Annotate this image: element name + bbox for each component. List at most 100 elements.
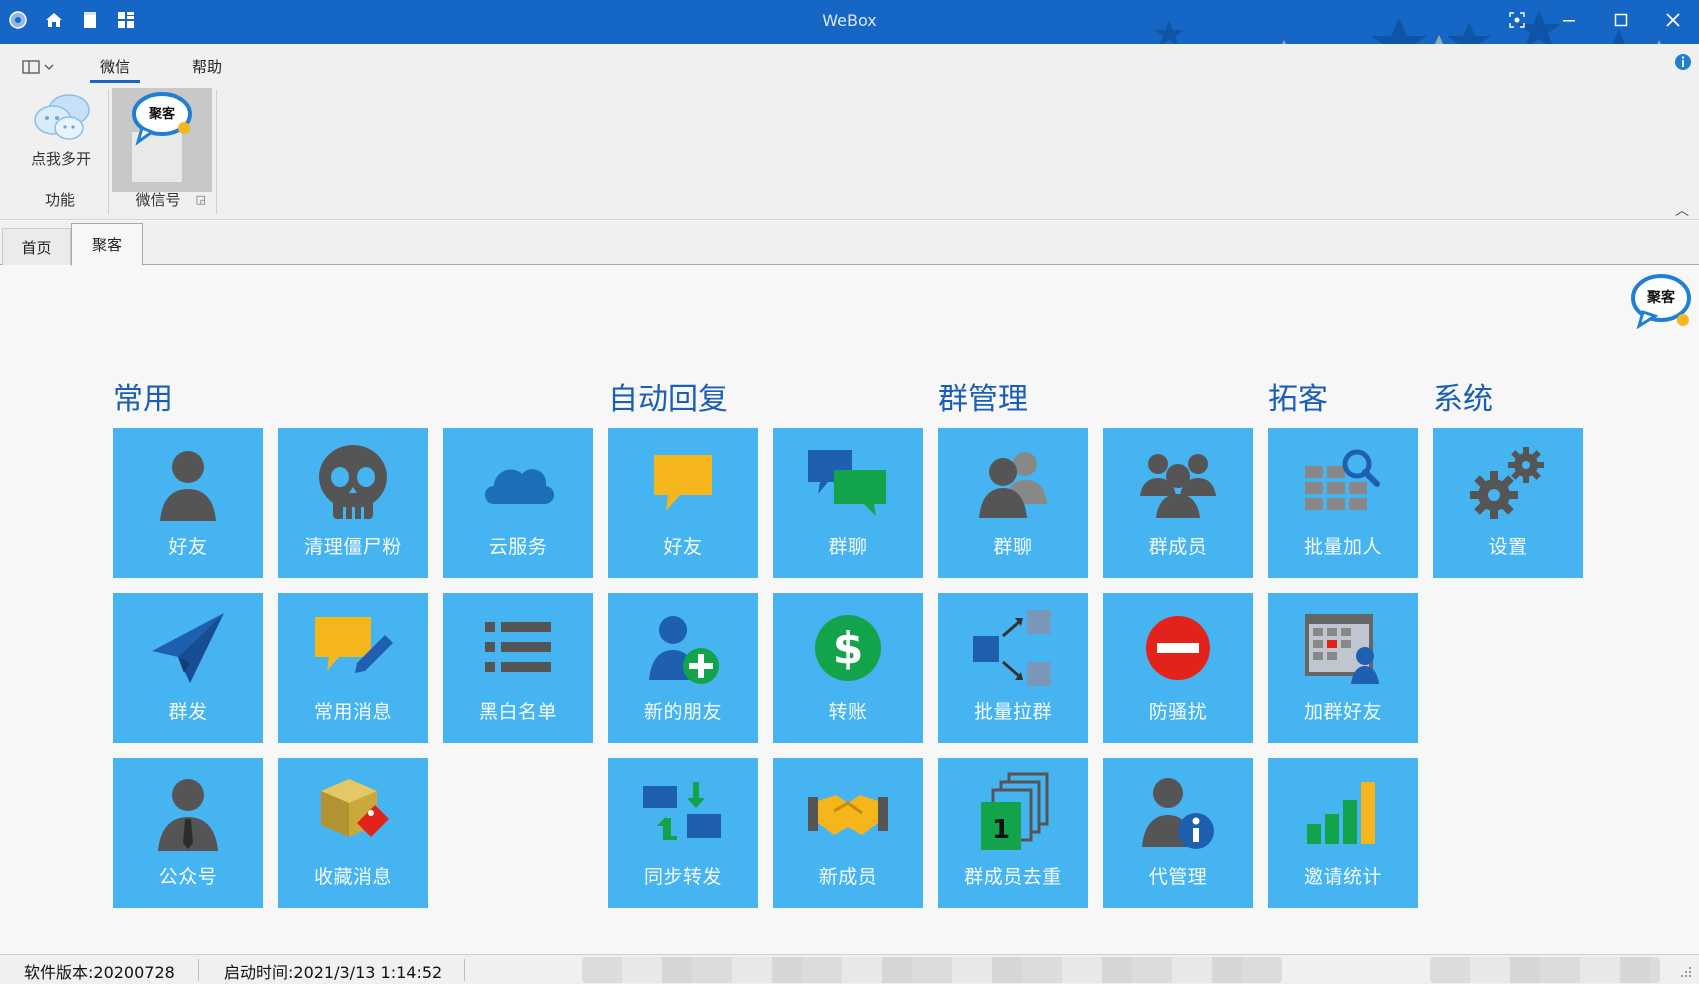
tile-add-group-friend[interactable]: 加群好友 xyxy=(1268,593,1418,743)
ribbon-group-function: 点我多开 功能 xyxy=(10,86,110,214)
tile-group-chat[interactable]: 群聊 xyxy=(938,428,1088,578)
handshake-icon xyxy=(808,795,888,835)
screenshot-icon[interactable] xyxy=(1491,0,1543,40)
stacked-cards-icon: 1 xyxy=(981,772,1049,850)
tile-clean-zombie[interactable]: 清理僵尸粉 xyxy=(278,428,428,578)
bar-chart-icon xyxy=(1307,782,1375,844)
tile-friend[interactable]: 好友 xyxy=(113,428,263,578)
quick-access-menu-icon[interactable] xyxy=(18,55,58,79)
status-separator xyxy=(464,959,465,981)
tab-juke[interactable]: 聚客 xyxy=(71,223,143,266)
tile-label: 好友 xyxy=(663,536,703,558)
start-time: 启动时间:2021/3/13 1:14:52 xyxy=(224,963,443,982)
ribbon-collapse-icon[interactable]: ︿ xyxy=(1675,200,1689,220)
section-title-common: 常用 xyxy=(113,382,173,417)
tile-label: 群发 xyxy=(168,701,208,723)
close-button[interactable] xyxy=(1647,0,1699,40)
box-tag-icon xyxy=(321,779,389,837)
tile-favorite-message[interactable]: 收藏消息 xyxy=(278,758,428,908)
section-title-auto-reply: 自动回复 xyxy=(608,382,728,417)
tile-label: 加群好友 xyxy=(1303,701,1382,723)
cloud-icon xyxy=(485,469,555,504)
tile-auto-reply-friend[interactable]: 好友 xyxy=(608,428,758,578)
tile-sync-forward[interactable]: 同步转发 xyxy=(608,758,758,908)
section-title-system: 系统 xyxy=(1433,382,1493,417)
tile-label: 群聊 xyxy=(993,536,1033,558)
tile-blackwhite-list[interactable]: 黑白名单 xyxy=(443,593,593,743)
tile-label: 群成员 xyxy=(1148,536,1208,558)
wechat-account-thumbnail[interactable]: 聚客 xyxy=(112,88,212,192)
add-user-icon xyxy=(649,616,719,684)
no-entry-icon xyxy=(1146,616,1210,680)
tile-batch-pull[interactable]: 批量拉群 xyxy=(938,593,1088,743)
tile-label: 批量加人 xyxy=(1303,536,1382,558)
multi-open-button[interactable]: 点我多开 xyxy=(16,90,106,170)
tile-label: 群成员去重 xyxy=(964,866,1062,888)
person-tie-icon xyxy=(158,779,218,851)
calendar-user-icon xyxy=(1305,614,1379,684)
resize-grip-icon[interactable] xyxy=(1679,965,1693,979)
software-version: 软件版本:20200728 xyxy=(24,963,175,982)
ribbon-separator xyxy=(216,90,217,214)
status-separator xyxy=(198,959,199,981)
members-icon xyxy=(1140,454,1216,518)
ribbon-group-wechat: 聚客 微信号 ◲ xyxy=(110,86,216,214)
grid-search-icon xyxy=(1305,449,1380,510)
tile-label: 代管理 xyxy=(1148,866,1208,888)
svg-text:聚客: 聚客 xyxy=(1646,289,1676,306)
ribbon: 微信 帮助 点我多开 功能 聚客 微信号 ◲ ︿ xyxy=(0,44,1699,220)
section-title-group-mgmt: 群管理 xyxy=(938,382,1028,417)
tile-label: 设置 xyxy=(1488,536,1528,558)
ribbon-tab-wechat[interactable]: 微信 xyxy=(90,54,141,83)
wechat-multi-icon xyxy=(34,94,90,140)
tile-anti-harass[interactable]: 防骚扰 xyxy=(1103,593,1253,743)
tile-new-friend[interactable]: 新的朋友 xyxy=(608,593,758,743)
tile-label: 转账 xyxy=(828,701,868,723)
svg-text:1: 1 xyxy=(992,815,1010,845)
tile-cloud[interactable]: 云服务 xyxy=(443,428,593,578)
redacted-region xyxy=(582,957,1282,983)
section-title-tuoke: 拓客 xyxy=(1268,382,1328,417)
tile-label: 批量拉群 xyxy=(973,701,1052,723)
tile-dedup[interactable]: 1 群成员去重 xyxy=(938,758,1088,908)
info-icon[interactable] xyxy=(1673,52,1693,72)
tile-settings[interactable]: 设置 xyxy=(1433,428,1583,578)
main-content: 聚客 常用 自动回复 群管理 拓客 系统 好友 清理僵尸粉 云服务 好友 群聊 … xyxy=(0,266,1699,954)
svg-text:聚客: 聚客 xyxy=(148,106,176,122)
juke-logo-icon: 聚客 xyxy=(132,92,192,182)
document-tabs: 首页 聚客 xyxy=(0,221,1699,266)
tile-invite-stats[interactable]: 邀请统计 xyxy=(1268,758,1418,908)
tile-transfer[interactable]: $ 转账 xyxy=(773,593,923,743)
dollar-icon: $ xyxy=(815,615,881,681)
skull-icon xyxy=(319,445,387,519)
minimize-button[interactable] xyxy=(1543,0,1595,40)
user-info-icon xyxy=(1142,778,1214,849)
group-people-icon xyxy=(979,452,1047,518)
tile-batch-add[interactable]: 批量加人 xyxy=(1268,428,1418,578)
group-chat-icon xyxy=(808,450,886,516)
tile-new-member[interactable]: 新成员 xyxy=(773,758,923,908)
ribbon-tab-help[interactable]: 帮助 xyxy=(182,54,232,81)
tab-home[interactable]: 首页 xyxy=(2,228,71,265)
group-expander-icon[interactable]: ◲ xyxy=(196,193,206,206)
distribute-icon xyxy=(973,610,1051,686)
tile-label: 群聊 xyxy=(828,536,868,558)
maximize-button[interactable] xyxy=(1595,0,1647,40)
tile-label: 清理僵尸粉 xyxy=(304,536,402,558)
tile-label: 同步转发 xyxy=(643,866,722,888)
tile-group-members[interactable]: 群成员 xyxy=(1103,428,1253,578)
tile-label: 常用消息 xyxy=(313,701,392,723)
tile-label: 好友 xyxy=(168,536,208,558)
paper-plane-icon xyxy=(152,613,224,683)
tile-label: 公众号 xyxy=(158,866,218,888)
message-edit-icon xyxy=(315,617,393,673)
group-wechat-label: 微信号 xyxy=(135,191,181,209)
tile-proxy-admin[interactable]: 代管理 xyxy=(1103,758,1253,908)
tile-official-account[interactable]: 公众号 xyxy=(113,758,263,908)
gears-icon xyxy=(1470,447,1544,519)
tile-auto-reply-group[interactable]: 群聊 xyxy=(773,428,923,578)
tile-label: 云服务 xyxy=(488,536,548,558)
tile-label: 新的朋友 xyxy=(643,701,722,723)
tile-mass-send[interactable]: 群发 xyxy=(113,593,263,743)
tile-common-message[interactable]: 常用消息 xyxy=(278,593,428,743)
